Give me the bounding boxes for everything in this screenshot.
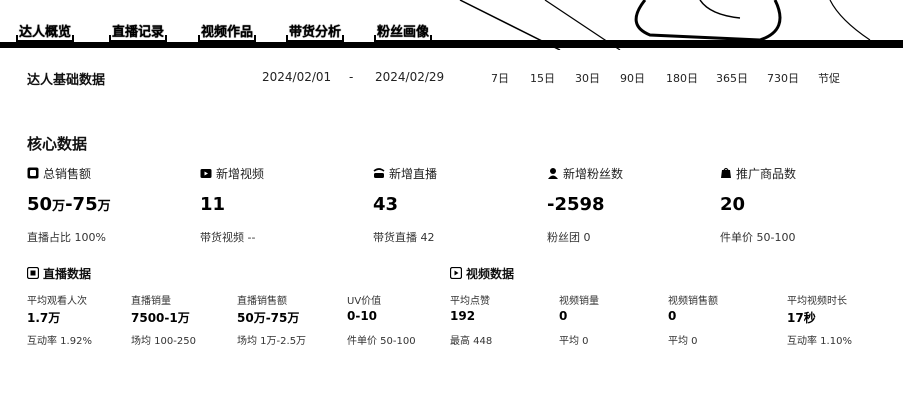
tab-fan-profile[interactable]: 粉丝画像 — [373, 22, 433, 44]
stat-avg-likes: 平均点赞 192 最高 448 — [450, 292, 560, 352]
stat-value: 1.7万 — [27, 311, 61, 325]
tab-videos[interactable]: 视频作品 — [197, 22, 257, 44]
metric-sub: 带货直播 42 — [373, 231, 435, 244]
stat-sub: 件单价 50-100 — [347, 336, 416, 347]
live-icon — [373, 167, 385, 179]
stat-label: 视频销售额 — [668, 296, 718, 307]
stat-label: 平均点赞 — [450, 296, 490, 307]
sales-icon — [27, 167, 39, 179]
metric-label: 新增粉丝数 — [563, 166, 624, 181]
video-icon — [200, 167, 212, 179]
tab-label: 达人概览 — [18, 25, 73, 40]
metric-promoted-goods: 推广商品数 20 件单价 50-100 — [720, 164, 880, 245]
stat-value: 0-10 — [347, 309, 378, 323]
stat-label: UV价值 — [347, 296, 382, 307]
metric-label: 推广商品数 — [736, 166, 797, 181]
stat-uv-value: UV价值 0-10 件单价 50-100 — [347, 292, 457, 352]
date-end[interactable]: 2024/02/29 — [375, 70, 444, 84]
fans-icon — [547, 167, 559, 179]
metric-value: 20 — [720, 194, 746, 215]
range-promo-button[interactable]: 节促 — [818, 70, 840, 86]
basic-data-title: 达人基础数据 — [27, 73, 106, 88]
stat-video-sales-volume: 视频销量 0 平均 0 — [559, 292, 669, 352]
video-data-section-header: 视频数据 — [450, 264, 514, 282]
tab-live-records[interactable]: 直播记录 — [108, 22, 168, 44]
metric-value: -2598 — [547, 194, 605, 215]
stat-sub: 场均 100-250 — [131, 336, 196, 347]
metric-label: 总销售额 — [43, 166, 92, 181]
metric-sub: 直播占比 100% — [27, 231, 106, 244]
metric-value: 50万-75万 — [27, 194, 111, 215]
metric-total-sales: 总销售额 50万-75万 直播占比 100% — [27, 164, 187, 245]
goods-icon — [720, 167, 732, 179]
stat-sub: 平均 0 — [559, 336, 589, 347]
date-start[interactable]: 2024/02/01 — [262, 70, 331, 84]
core-data-title: 核心数据 — [27, 135, 88, 153]
metric-value: 11 — [200, 194, 226, 215]
range-90d-button[interactable]: 90日 — [620, 70, 645, 86]
stat-video-sales-amount: 视频销售额 0 平均 0 — [668, 292, 778, 352]
stat-sub: 互动率 1.92% — [27, 336, 92, 347]
stat-live-sales-volume: 直播销量 7500-1万 场均 100-250 — [131, 292, 241, 352]
metric-sub: 带货视频 -- — [200, 231, 256, 244]
stat-sub: 最高 448 — [450, 336, 493, 347]
stat-sub: 互动率 1.10% — [787, 336, 852, 347]
tab-label: 粉丝画像 — [376, 25, 431, 40]
stat-avg-video-duration: 平均视频时长 17秒 互动率 1.10% — [787, 292, 897, 352]
stat-value: 192 — [450, 309, 476, 323]
stat-value: 7500-1万 — [131, 311, 190, 325]
range-30d-button[interactable]: 30日 — [575, 70, 600, 86]
tab-label: 直播记录 — [111, 25, 166, 40]
stat-label: 直播销量 — [131, 296, 171, 307]
live-data-title: 直播数据 — [43, 266, 92, 281]
metric-value: 43 — [373, 194, 399, 215]
tab-label: 带货分析 — [288, 25, 343, 40]
tab-sales-analysis[interactable]: 带货分析 — [285, 22, 345, 44]
stat-value: 0 — [668, 309, 677, 323]
stat-label: 平均视频时长 — [787, 296, 847, 307]
stat-label: 平均观看人次 — [27, 296, 87, 307]
stat-value: 0 — [559, 309, 568, 323]
range-15d-button[interactable]: 15日 — [530, 70, 555, 86]
metric-sub: 粉丝团 0 — [547, 231, 591, 244]
metric-sub: 件单价 50-100 — [720, 231, 796, 244]
range-365d-button[interactable]: 365日 — [716, 70, 748, 86]
metric-new-lives: 新增直播 43 带货直播 42 — [373, 164, 533, 245]
metric-new-videos: 新增视频 11 带货视频 -- — [200, 164, 360, 245]
range-7d-button[interactable]: 7日 — [491, 70, 509, 86]
stat-label: 直播销售额 — [237, 296, 287, 307]
metric-label: 新增视频 — [216, 166, 265, 181]
stat-value: 50万-75万 — [237, 311, 300, 325]
stat-avg-viewers: 平均观看人次 1.7万 互动率 1.92% — [27, 292, 137, 352]
date-separator: - — [349, 70, 354, 84]
stat-label: 视频销量 — [559, 296, 599, 307]
range-730d-button[interactable]: 730日 — [767, 70, 799, 86]
range-180d-button[interactable]: 180日 — [666, 70, 698, 86]
stat-sub: 平均 0 — [668, 336, 698, 347]
stat-live-sales-amount: 直播销售额 50万-75万 场均 1万-2.5万 — [237, 292, 347, 352]
stat-sub: 场均 1万-2.5万 — [237, 336, 307, 347]
video-data-icon — [450, 267, 462, 279]
metric-new-fans: 新增粉丝数 -2598 粉丝团 0 — [547, 164, 707, 245]
live-data-icon — [27, 267, 39, 279]
stat-value: 17秒 — [787, 311, 816, 325]
tab-label: 视频作品 — [200, 25, 255, 40]
metric-label: 新增直播 — [389, 166, 438, 181]
live-data-section-header: 直播数据 — [27, 264, 91, 282]
tab-overview[interactable]: 达人概览 — [15, 22, 75, 44]
video-data-title: 视频数据 — [466, 266, 515, 281]
